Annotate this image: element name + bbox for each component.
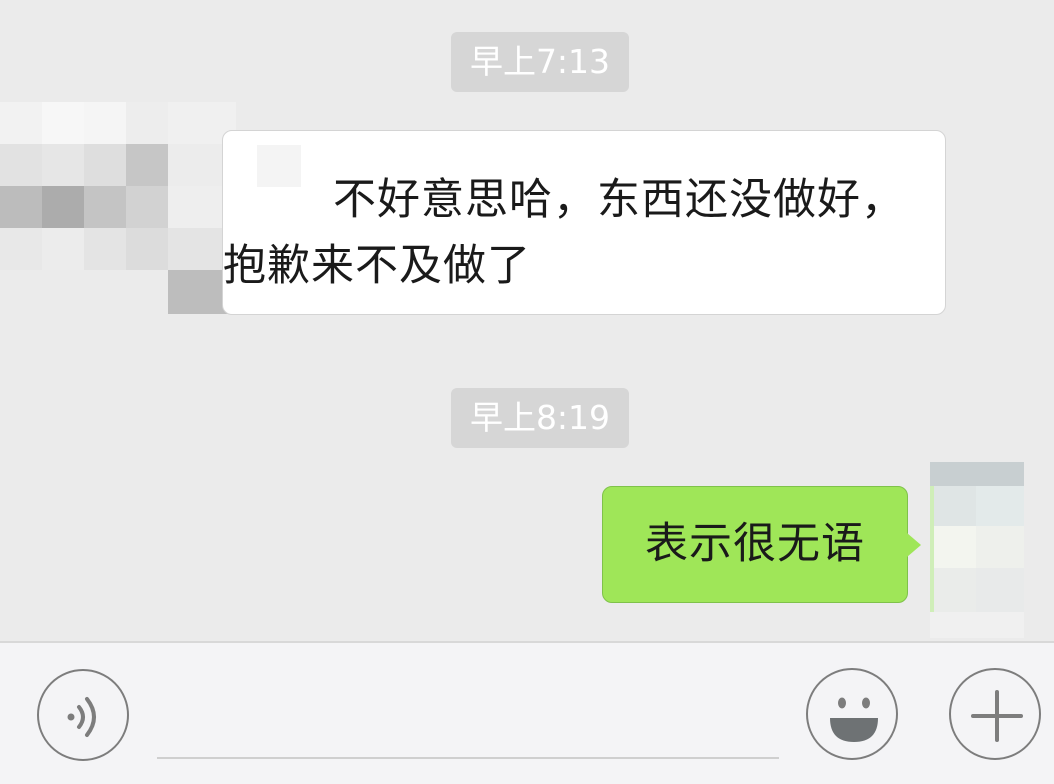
message-text-line: 不好意思哈，东西还没做好， [333, 175, 905, 225]
more-options-button[interactable] [949, 668, 1041, 760]
plus-icon [971, 690, 1023, 742]
avatar-blur-overlap [257, 145, 301, 187]
emoji-icon [830, 697, 878, 742]
chat-area[interactable]: 早上7:13 不好意思哈，东西还没做好， 抱歉来不及做了 早上8:19 表示很无… [0, 0, 1054, 641]
voice-icon [67, 697, 96, 737]
message-input[interactable] [157, 673, 779, 759]
timestamp: 早上7:13 [451, 32, 629, 92]
emoji-button[interactable] [806, 668, 898, 760]
input-bar [0, 641, 1054, 784]
outgoing-message-bubble[interactable]: 表示很无语 [602, 486, 908, 603]
contact-avatar[interactable] [0, 102, 236, 314]
timestamp: 早上8:19 [451, 388, 629, 448]
message-text-line: 抱歉来不及做了 [223, 241, 531, 291]
incoming-message-bubble[interactable]: 不好意思哈，东西还没做好， 抱歉来不及做了 [222, 130, 946, 315]
bubble-tail [907, 533, 921, 557]
self-avatar[interactable] [930, 462, 1024, 638]
voice-input-button[interactable] [37, 669, 129, 761]
